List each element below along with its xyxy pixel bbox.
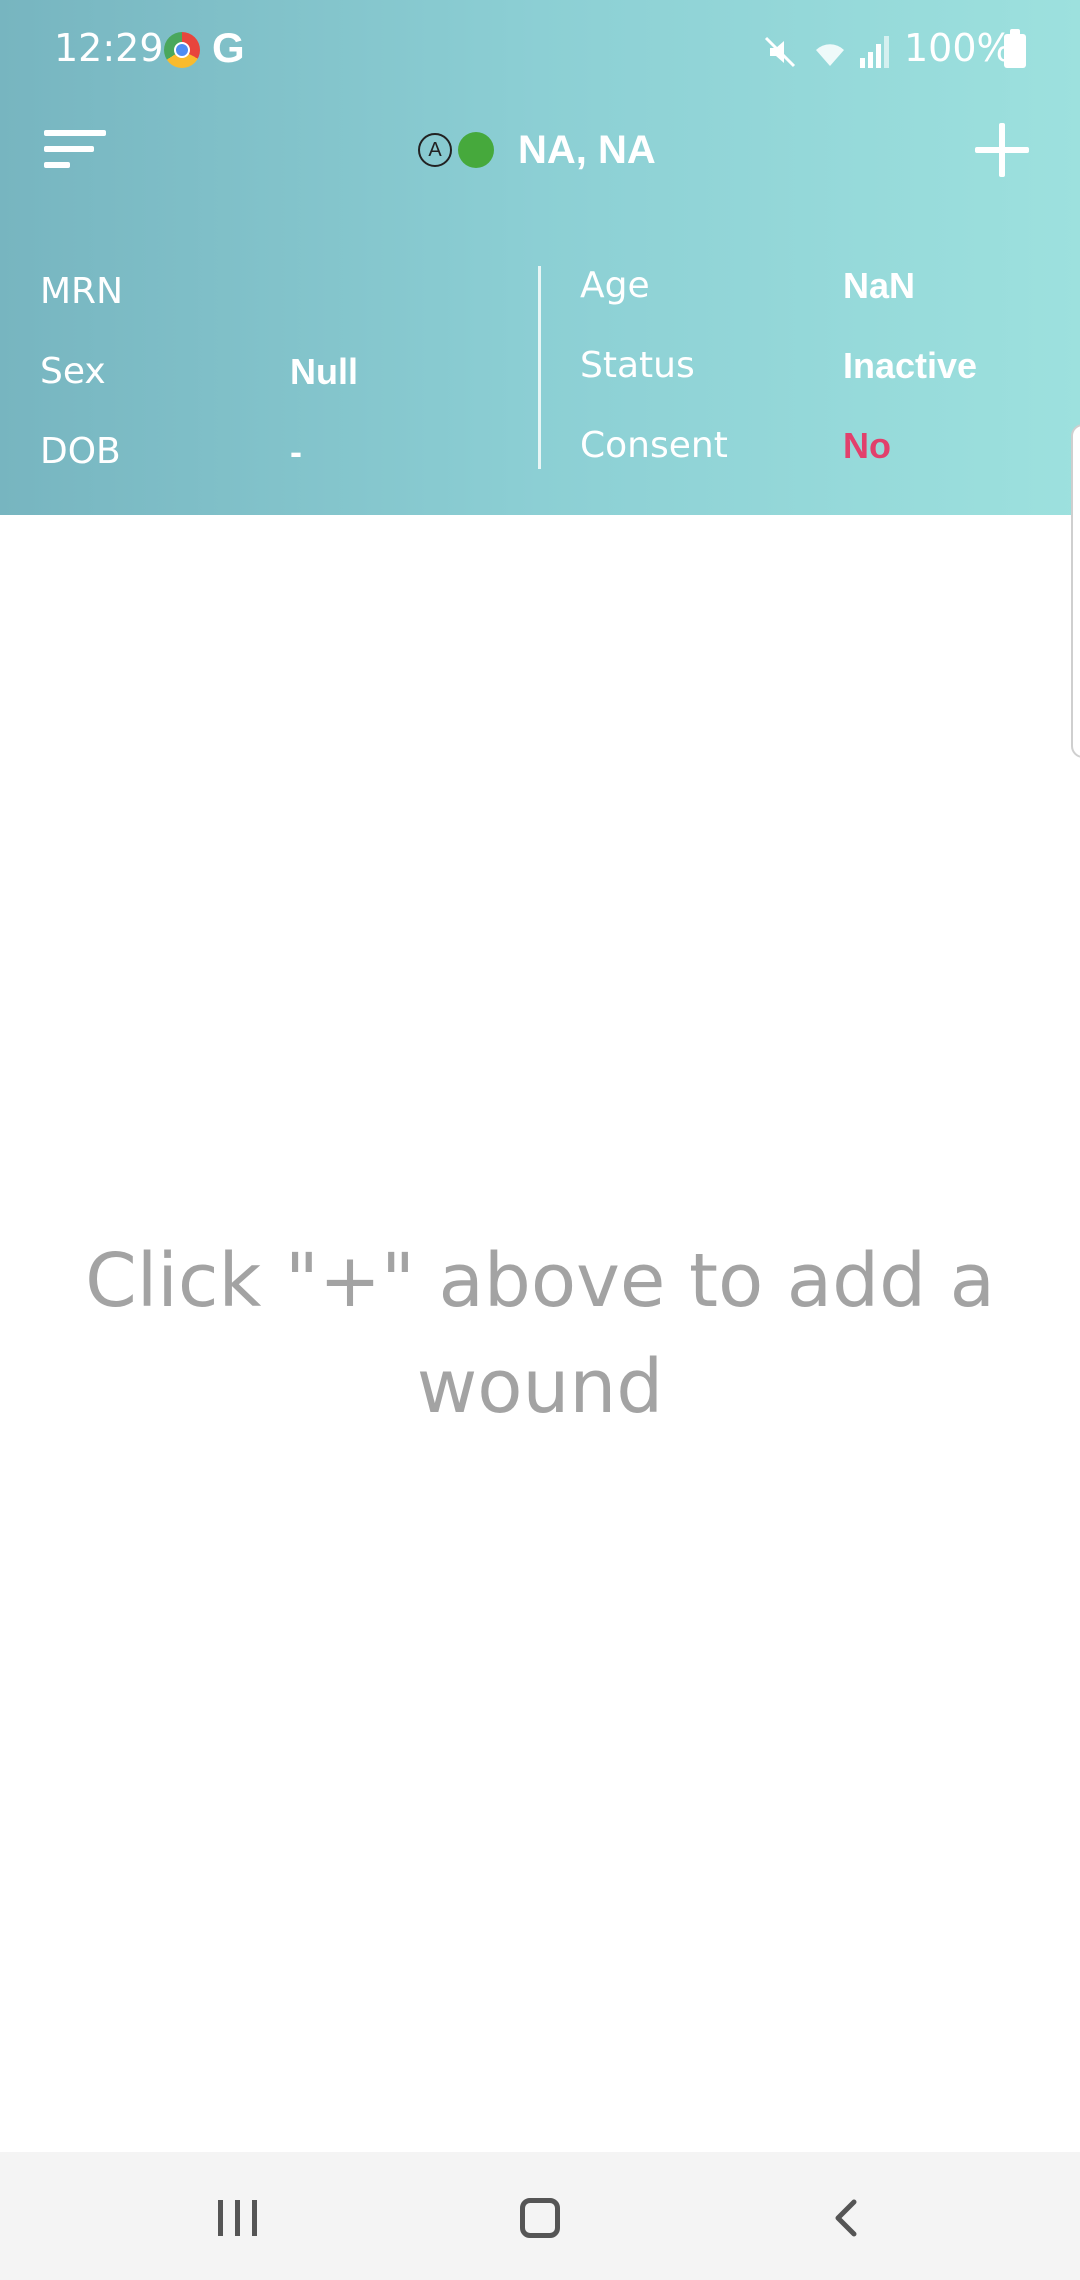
consent-value: No xyxy=(843,425,891,466)
recent-apps-icon[interactable] xyxy=(218,2200,260,2236)
home-icon[interactable] xyxy=(520,2198,560,2238)
sex-label: Sex xyxy=(40,351,106,392)
mute-icon xyxy=(764,36,796,68)
google-icon: G xyxy=(212,24,245,71)
age-label: Age xyxy=(580,265,650,306)
dob-value: - xyxy=(290,431,302,472)
patient-header: 12:29 G 100% A NA, NA MRN Sex Null DOB -… xyxy=(0,0,1080,515)
patient-info-left: MRN Sex Null DOB - xyxy=(40,252,358,492)
info-row-status: Status Inactive xyxy=(580,326,977,406)
patient-title: A NA, NA xyxy=(418,122,656,178)
status-label: Status xyxy=(580,345,695,386)
mrn-label: MRN xyxy=(40,271,124,312)
info-row-dob: DOB - xyxy=(40,412,302,492)
sex-value: Null xyxy=(290,351,358,392)
back-icon[interactable] xyxy=(826,2198,866,2238)
dob-label: DOB xyxy=(40,431,121,472)
side-panel-handle[interactable] xyxy=(1071,424,1080,758)
age-value: NaN xyxy=(843,265,916,306)
battery-percentage: 100% xyxy=(904,26,1013,70)
status-bar: 12:29 G 100% xyxy=(0,0,1080,100)
info-row-age: Age NaN xyxy=(580,246,915,326)
info-row-sex: Sex Null xyxy=(40,332,358,412)
patient-name: NA, NA xyxy=(518,127,656,172)
status-time: 12:29 xyxy=(54,26,164,70)
add-wound-button[interactable] xyxy=(972,120,1032,180)
consent-label: Consent xyxy=(580,425,728,466)
empty-state-message: Click "+" above to add a wound xyxy=(85,1238,995,1430)
status-value: Inactive xyxy=(843,345,978,386)
info-row-consent: Consent No xyxy=(580,406,891,486)
status-dot-icon xyxy=(458,132,494,168)
battery-icon xyxy=(1004,29,1026,68)
info-row-mrn: MRN xyxy=(40,252,123,332)
a-badge-icon: A xyxy=(418,133,452,167)
patient-info-right: Age NaN Status Inactive Consent No xyxy=(580,246,977,486)
menu-icon[interactable] xyxy=(44,126,112,174)
wifi-icon xyxy=(816,44,844,66)
signal-icon xyxy=(860,36,889,68)
chrome-icon xyxy=(164,32,200,68)
info-divider xyxy=(538,266,541,469)
